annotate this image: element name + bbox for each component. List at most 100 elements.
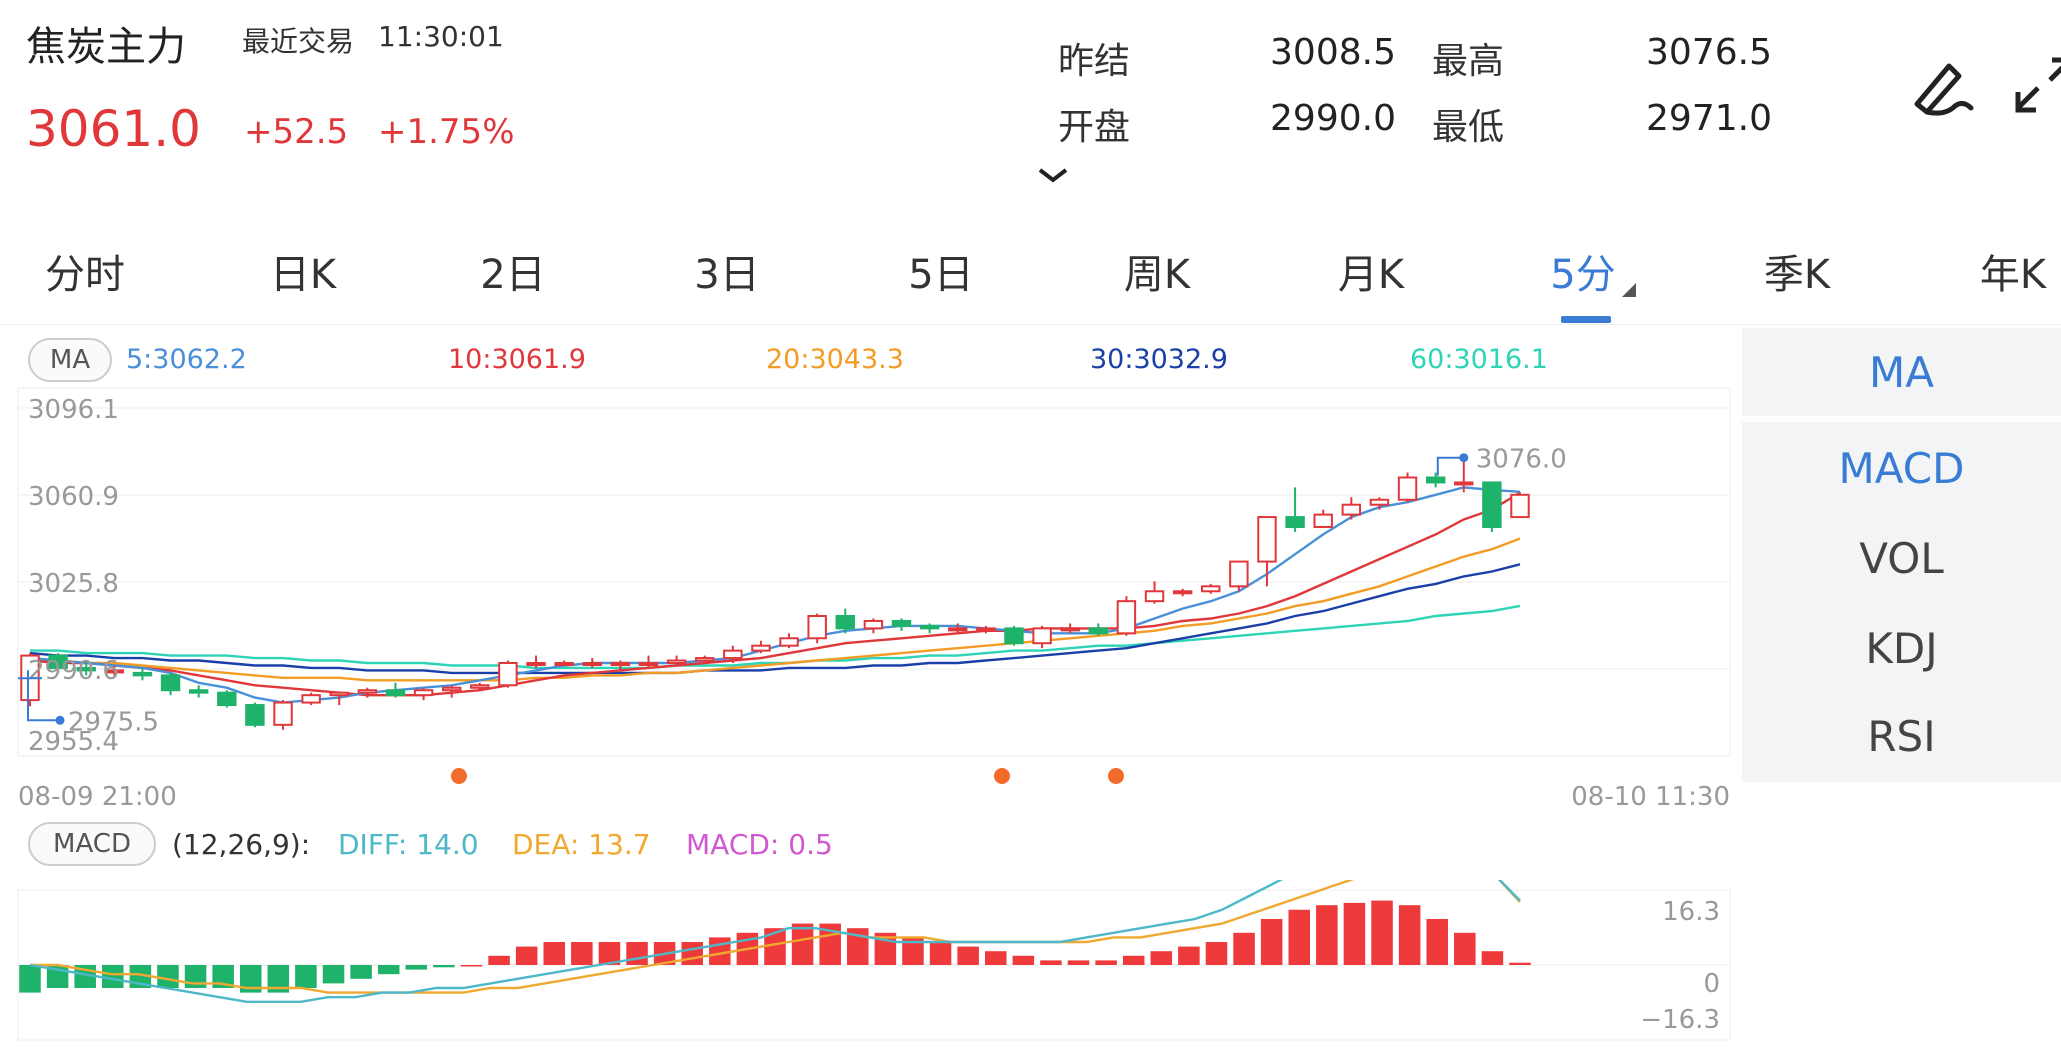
candle-body	[1425, 476, 1446, 484]
macd-bar	[957, 946, 979, 965]
candle	[554, 660, 574, 667]
candle	[1144, 581, 1165, 604]
candle-body	[1032, 627, 1052, 645]
ma-indicator-pill[interactable]: MA	[28, 338, 112, 382]
price-tick-label: 3025.8	[28, 569, 119, 599]
macd-bar	[295, 965, 317, 989]
candle	[273, 700, 293, 730]
candle-body	[1172, 590, 1193, 595]
low-marker-dot	[55, 715, 65, 725]
tab-year-k[interactable]: 年K	[1938, 242, 2061, 300]
candle	[779, 633, 799, 649]
fullscreen-icon[interactable]	[2010, 52, 2061, 122]
candle-body	[1341, 503, 1362, 516]
macd-bar	[433, 965, 455, 968]
ma20-value: 20:3043.3	[766, 344, 904, 375]
macd-bar	[1260, 918, 1283, 965]
candle-body	[1257, 516, 1277, 563]
side-macd-button[interactable]: MACD	[1742, 444, 2061, 493]
tab-dropdown-icon[interactable]	[1622, 283, 1636, 297]
macd-bar	[1150, 951, 1173, 965]
tab-5day[interactable]: 5日	[866, 242, 1016, 300]
tab-week-k[interactable]: 周K	[1082, 242, 1232, 300]
macd-bar	[681, 941, 703, 965]
macd-bar	[515, 946, 538, 965]
macd-bar	[405, 965, 428, 970]
side-rsi-button[interactable]: RSI	[1742, 712, 2061, 761]
candle-body	[1004, 627, 1024, 645]
tab-quarter-k[interactable]: 季K	[1722, 242, 1872, 300]
candle	[891, 618, 912, 631]
price-change-percent: +1.75%	[378, 112, 515, 152]
chevron-down-icon[interactable]	[1036, 158, 1070, 192]
tab-day-k[interactable]: 日K	[228, 242, 378, 300]
candle	[385, 682, 406, 698]
macd-bar	[571, 941, 593, 965]
side-kdj-button[interactable]: KDJ	[1742, 624, 2061, 673]
tab-month-k[interactable]: 月K	[1296, 242, 1446, 300]
macd-bar	[791, 923, 814, 965]
macd-bar	[1288, 909, 1311, 965]
candle-body	[245, 704, 265, 726]
candle	[413, 687, 434, 701]
candle	[807, 613, 827, 644]
candle-body	[779, 637, 799, 647]
macd-bar	[1067, 960, 1090, 965]
candle	[666, 655, 687, 666]
candle	[1032, 625, 1052, 649]
candle	[526, 655, 546, 668]
macd-bar	[1454, 932, 1476, 965]
candle	[301, 692, 321, 706]
macd-tick-label: −16.3	[1640, 1005, 1720, 1035]
ma5-value: 5:3062.2	[126, 344, 247, 375]
candle-body	[835, 615, 855, 630]
time-axis-start: 08-09 21:00	[18, 782, 177, 812]
macd-bar	[929, 941, 952, 965]
high-marker-dot	[1459, 453, 1469, 463]
candle	[1369, 497, 1390, 510]
candle-body	[638, 662, 659, 667]
candle-body	[132, 671, 153, 677]
tab-intraday[interactable]: 分时	[10, 242, 160, 300]
ma10-value: 10:3061.9	[448, 344, 586, 375]
last-trade-time: 11:30:01	[378, 20, 504, 53]
event-dot[interactable]	[994, 768, 1010, 784]
macd-bar	[322, 965, 345, 984]
macd-bar	[350, 965, 372, 979]
candle	[498, 660, 518, 688]
candle-body	[723, 649, 743, 660]
candle-body	[1201, 585, 1221, 593]
macd-bar	[1012, 955, 1035, 965]
macd-params: (12,26,9):	[172, 828, 311, 861]
price-tick-label: 3060.9	[28, 482, 119, 512]
candle-body	[1088, 627, 1109, 635]
side-ma-button[interactable]: MA	[1742, 348, 2061, 397]
candle	[1313, 509, 1333, 528]
candle	[1510, 492, 1530, 519]
event-dot[interactable]	[1108, 768, 1124, 784]
candle	[1088, 623, 1109, 636]
high-value: 3076.5	[1646, 32, 1772, 73]
macd-bar	[157, 965, 179, 989]
side-vol-button[interactable]: VOL	[1742, 534, 2061, 583]
candle	[1172, 588, 1193, 597]
price-tick-label: 3096.1	[28, 395, 119, 425]
macd-bar	[1426, 918, 1448, 965]
tab-3day[interactable]: 3日	[652, 242, 802, 300]
draw-pen-icon[interactable]	[1905, 52, 1975, 122]
macd-chart[interactable]: 16.3 0 −16.3	[0, 880, 1740, 1056]
macd-indicator-pill[interactable]: MACD	[28, 822, 156, 866]
tab-2day[interactable]: 2日	[438, 242, 588, 300]
event-dot[interactable]	[451, 768, 467, 784]
macd-bar	[1509, 962, 1531, 965]
candlestick-chart[interactable]: 3096.13060.93025.82990.62955.43076.02975…	[0, 380, 1740, 820]
macd-diff-value: DIFF: 14.0	[338, 828, 479, 861]
last-trade-label: 最近交易	[242, 25, 355, 58]
candle-body	[1454, 481, 1474, 486]
candle	[1201, 583, 1221, 594]
candle-body	[1482, 481, 1502, 528]
candle	[1425, 472, 1446, 488]
candle-body	[1397, 476, 1418, 501]
candle-body	[413, 689, 434, 697]
period-tabs: 分时 日K 2日 3日 5日 周K 月K 5分 季K 年K	[0, 232, 2061, 322]
